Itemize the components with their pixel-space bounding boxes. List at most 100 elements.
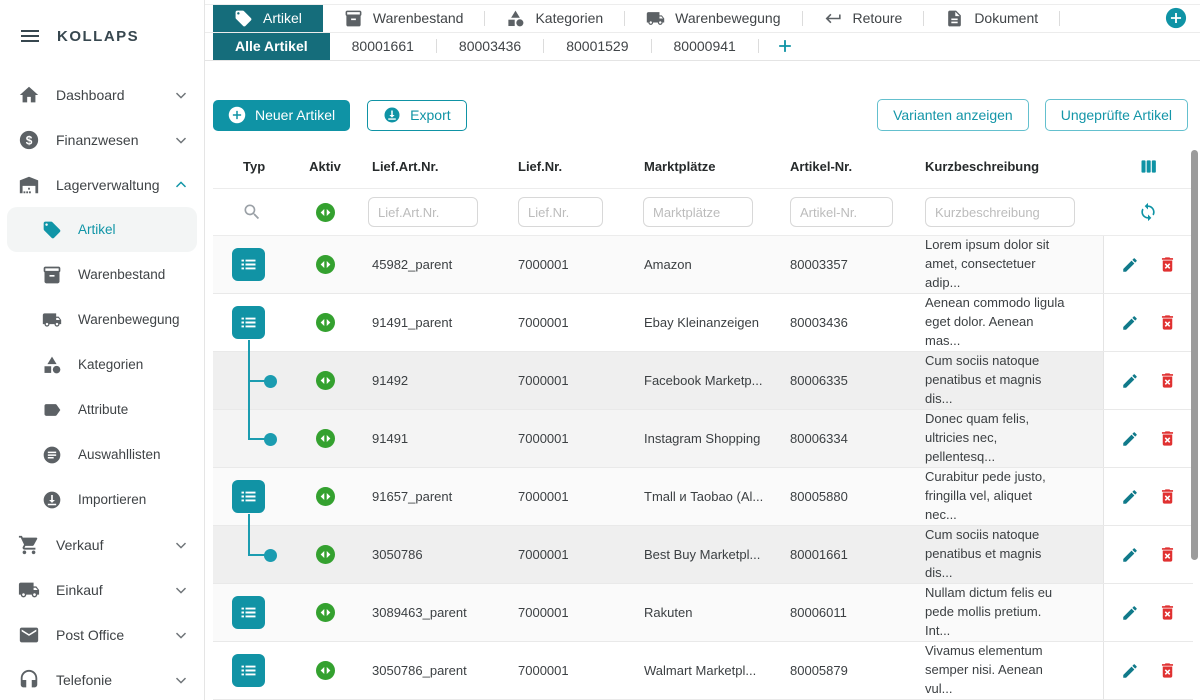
tag-icon (234, 9, 253, 28)
subtab-alle-artikel[interactable]: Alle Artikel (213, 33, 330, 60)
chevron-down-icon[interactable] (172, 536, 190, 554)
chevron-down-icon[interactable] (172, 131, 190, 149)
expand-children-button[interactable] (232, 596, 265, 629)
marktplatz-cell: Ebay Kleinanzeigen (630, 315, 770, 330)
kurzbeschreibung-cell: Cum sociis natoque penatibus et magnis d… (900, 526, 1103, 583)
delete-icon[interactable] (1158, 603, 1177, 622)
lief-art-nr-cell: 3089463_parent (360, 605, 500, 620)
tree-line (248, 340, 250, 352)
sidebar-item-warenbestand[interactable]: Warenbestand (0, 252, 204, 297)
search-icon[interactable] (242, 202, 262, 222)
delete-icon[interactable] (1158, 545, 1177, 564)
edit-icon[interactable] (1121, 314, 1139, 332)
tab-kategorien[interactable]: Kategorien (485, 5, 624, 32)
lief-art-nr-cell: 91491 (360, 431, 500, 446)
active-filter-icon[interactable] (316, 203, 335, 222)
tab-retoure[interactable]: Retoure (803, 5, 924, 32)
filter-lief-art-nr-input[interactable] (368, 197, 478, 227)
chevron-down-icon[interactable] (172, 581, 190, 599)
edit-icon[interactable] (1121, 604, 1139, 622)
plus-circle-icon (228, 106, 246, 124)
expand-children-button[interactable] (232, 248, 265, 281)
table-header-row: Typ Aktiv Lief.Art.Nr. Lief.Nr. Marktplä… (213, 145, 1193, 189)
chevron-down-icon[interactable] (172, 671, 190, 689)
delete-icon[interactable] (1158, 487, 1177, 506)
subtab-80001661[interactable]: 80001661 (330, 33, 436, 60)
tab-warenbewegung[interactable]: Warenbewegung (625, 5, 801, 32)
artikel-nr-cell: 80005880 (770, 489, 900, 504)
subtab-80001529[interactable]: 80001529 (544, 33, 650, 60)
subtab-80000941[interactable]: 80000941 (652, 33, 758, 60)
sidebar-item-auswahllisten[interactable]: Auswahllisten (0, 432, 204, 477)
artikel-nr-cell: 80006335 (770, 373, 900, 388)
chevron-down-icon[interactable] (172, 86, 190, 104)
sidebar-item-post-office[interactable]: Post Office (0, 612, 204, 657)
tab-label: Warenbewegung (675, 10, 780, 26)
edit-icon[interactable] (1121, 430, 1139, 448)
table-row: 30507867000001Best Buy Marketpl...800016… (213, 526, 1193, 584)
add-subtab-button[interactable] (775, 36, 795, 56)
edit-icon[interactable] (1121, 488, 1139, 506)
sidebar-item-importieren[interactable]: Importieren (0, 477, 204, 522)
edit-icon[interactable] (1121, 662, 1139, 680)
sidebar-item-attribute[interactable]: Attribute (0, 387, 204, 432)
sidebar-item-warenbewegung[interactable]: Warenbewegung (0, 297, 204, 342)
filter-artikel-nr-input[interactable] (790, 197, 893, 227)
expand-children-button[interactable] (232, 654, 265, 687)
unverified-articles-button[interactable]: Ungeprüfte Artikel (1045, 99, 1188, 131)
columns-icon[interactable] (1138, 156, 1159, 177)
edit-icon[interactable] (1121, 256, 1139, 274)
sidebar-item-dashboard[interactable]: Dashboard (0, 72, 204, 117)
show-variants-label: Varianten anzeigen (893, 107, 1013, 123)
sidebar-item-label: Post Office (56, 627, 124, 643)
delete-icon[interactable] (1158, 255, 1177, 274)
chevron-up-icon[interactable] (172, 176, 190, 194)
edit-icon[interactable] (1121, 546, 1139, 564)
lief-art-nr-cell: 91492 (360, 373, 500, 388)
delete-icon[interactable] (1158, 313, 1177, 332)
expand-children-button[interactable] (232, 306, 265, 339)
filter-lief-nr-input[interactable] (518, 197, 603, 227)
delete-icon[interactable] (1158, 371, 1177, 390)
filter-marktplaetze-input[interactable] (643, 197, 753, 227)
sidebar-item-label: Warenbestand (78, 267, 165, 282)
refresh-icon[interactable] (1138, 202, 1158, 222)
app-window: KOLLAPS Dashboard$FinanzwesenLagerverwal… (0, 0, 1200, 700)
chevron-down-icon[interactable] (172, 626, 190, 644)
sidebar-item-kategorien[interactable]: Kategorien (0, 342, 204, 387)
marktplatz-cell: Amazon (630, 257, 770, 272)
filter-kurzbeschreibung-input[interactable] (925, 197, 1075, 227)
sidebar-item-telefonie[interactable]: Telefonie (0, 657, 204, 700)
table-scrollbar[interactable] (1191, 150, 1198, 560)
edit-icon[interactable] (1121, 372, 1139, 390)
app-logo: KOLLAPS (57, 28, 139, 45)
row-actions-cell (1103, 642, 1193, 699)
tree-line (248, 514, 250, 526)
mail-icon (18, 624, 40, 646)
show-variants-button[interactable]: Varianten anzeigen (877, 99, 1029, 131)
menu-icon[interactable] (18, 24, 42, 48)
sidebar-item-finanzwesen[interactable]: $Finanzwesen (0, 117, 204, 162)
tab-warenbestand[interactable]: Warenbestand (323, 5, 485, 32)
sidebar-item-lagerverwaltung[interactable]: Lagerverwaltung (0, 162, 204, 207)
column-header-actions (1103, 156, 1193, 177)
tab-label: Retoure (853, 10, 903, 26)
tab-label: Dokument (974, 10, 1038, 26)
expand-children-button[interactable] (232, 480, 265, 513)
active-status-icon (316, 371, 335, 390)
sidebar-item-einkauf[interactable]: Einkauf (0, 567, 204, 612)
add-tab-button[interactable] (1165, 7, 1187, 29)
tab-artikel[interactable]: Artikel (213, 5, 323, 32)
subtab-80003436[interactable]: 80003436 (437, 33, 543, 60)
sidebar-item-artikel[interactable]: Artikel (7, 207, 197, 252)
tree-line (248, 526, 250, 556)
delete-icon[interactable] (1158, 429, 1177, 448)
export-button[interactable]: Export (367, 100, 466, 131)
truck-icon (646, 9, 665, 28)
delete-icon[interactable] (1158, 661, 1177, 680)
column-header-lief-art-nr: Lief.Art.Nr. (360, 159, 500, 174)
tab-dokument[interactable]: Dokument (924, 5, 1059, 32)
new-article-button[interactable]: Neuer Artikel (213, 100, 350, 131)
sidebar-item-verkauf[interactable]: Verkauf (0, 522, 204, 567)
return-icon (824, 9, 843, 28)
